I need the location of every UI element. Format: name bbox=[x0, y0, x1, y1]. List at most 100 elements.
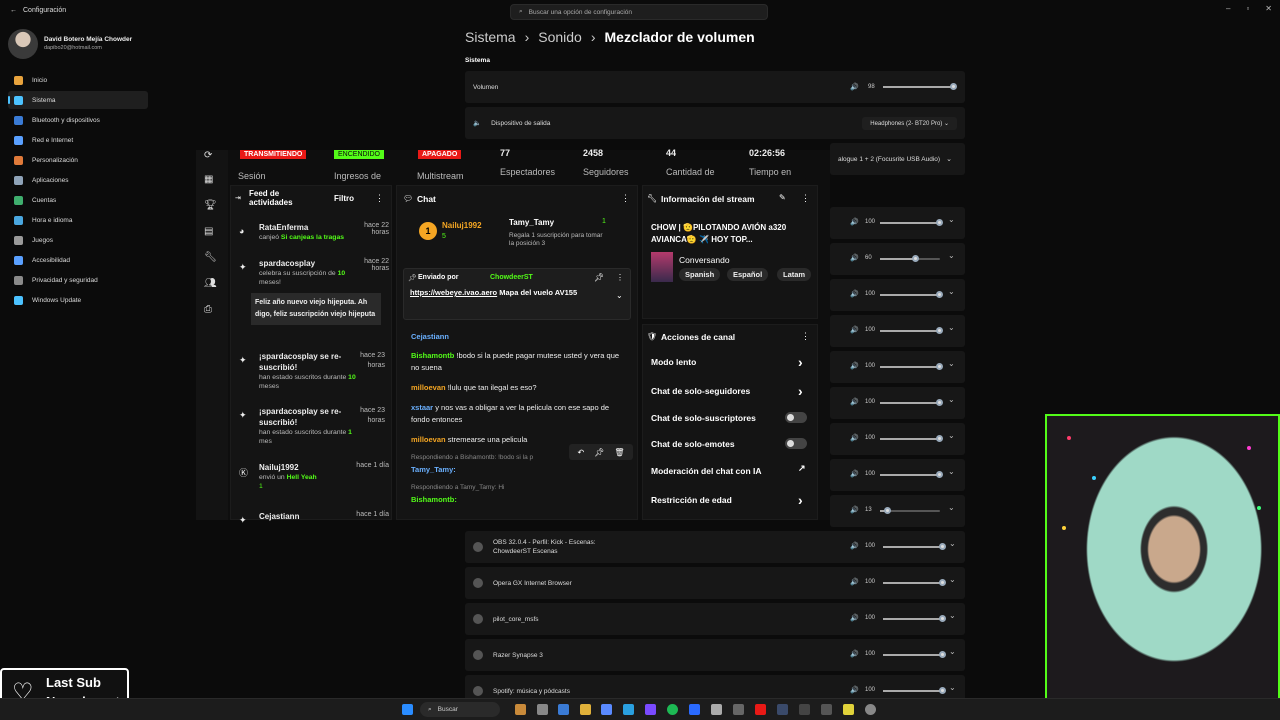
chevron-down-icon[interactable]: ⌄ bbox=[948, 359, 955, 368]
sidebar-item-2[interactable]: Bluetooth y dispositivos bbox=[8, 111, 148, 129]
taskbar-search[interactable]: ⌕ Buscar bbox=[420, 702, 500, 717]
feed-filter-button[interactable]: Filtro bbox=[334, 194, 354, 203]
speaker-icon[interactable]: 🔊 bbox=[850, 578, 859, 586]
users-icon[interactable]: 👥︎ bbox=[204, 278, 217, 289]
chat-user[interactable]: Tamy_Tamy: bbox=[411, 465, 456, 474]
channel-action[interactable]: Restricción de edad bbox=[651, 495, 732, 505]
app-icon[interactable] bbox=[689, 704, 700, 715]
chevron-down-icon[interactable]: ⌄ bbox=[948, 251, 955, 260]
speaker-icon[interactable]: 🔊 bbox=[850, 326, 859, 334]
app-icon[interactable] bbox=[733, 704, 744, 715]
app-volume-slider[interactable] bbox=[880, 327, 943, 334]
activity-user[interactable]: ¡spardacosplay se re-suscribió! bbox=[259, 406, 344, 428]
speaker-icon[interactable]: 🔊 bbox=[850, 614, 859, 622]
channel-action[interactable]: Chat de solo-suscriptores bbox=[651, 413, 756, 423]
top-gifter-2[interactable]: Tamy_Tamy bbox=[509, 218, 554, 227]
speaker-icon[interactable]: 🔊 bbox=[850, 686, 859, 694]
more-options-icon[interactable]: ⋮ bbox=[375, 193, 384, 204]
chat-user[interactable]: Bishamontb bbox=[411, 351, 454, 360]
channel-action[interactable]: Chat de solo-emotes bbox=[651, 439, 735, 449]
avatar[interactable] bbox=[8, 29, 38, 59]
delete-icon[interactable]: 🗑︎ bbox=[614, 448, 624, 457]
sidebar-item-8[interactable]: Juegos bbox=[8, 231, 148, 249]
layout-icon[interactable]: ▤ bbox=[204, 226, 213, 237]
edit-icon[interactable]: ✎ bbox=[779, 193, 786, 202]
refresh-icon[interactable]: ⟳ bbox=[204, 150, 212, 161]
speaker-icon[interactable]: 🔊 bbox=[850, 254, 859, 262]
chevron-down-icon[interactable]: ⌄ bbox=[949, 575, 956, 584]
speaker-icon[interactable]: 🔊 bbox=[850, 218, 859, 226]
output-device-dropdown[interactable]: Headphones (2- BT20 Pro) ⌄ bbox=[862, 116, 957, 130]
breadcrumb-sonido[interactable]: Sonido bbox=[538, 29, 582, 45]
search-input[interactable]: ⌕ Buscar una opción de configuración bbox=[510, 4, 768, 20]
breadcrumb-sistema[interactable]: Sistema bbox=[465, 29, 516, 45]
speaker-icon[interactable]: 🔊 bbox=[850, 506, 859, 514]
spotify-icon[interactable] bbox=[667, 704, 678, 715]
chat-user[interactable]: milloevan bbox=[411, 383, 446, 392]
chevron-right-icon[interactable]: › bbox=[798, 354, 803, 370]
chevron-down-icon[interactable]: ⌄ bbox=[948, 323, 955, 332]
chat-user[interactable]: milloevan bbox=[411, 435, 446, 444]
app-volume-slider[interactable] bbox=[880, 291, 943, 298]
chart-icon[interactable]: ▦ bbox=[204, 174, 213, 185]
reply-icon[interactable]: ↶ bbox=[577, 448, 584, 457]
app-volume-slider[interactable] bbox=[883, 543, 946, 550]
speaker-icon[interactable]: 🔊 bbox=[850, 542, 859, 550]
app-volume-slider[interactable] bbox=[880, 363, 943, 370]
back-arrow-icon[interactable]: ← bbox=[10, 7, 17, 14]
more-options-icon[interactable]: ⋮ bbox=[621, 193, 630, 204]
channel-action[interactable]: Modo lento bbox=[651, 357, 696, 367]
chevron-right-icon[interactable]: › bbox=[798, 383, 803, 399]
sidebar-item-10[interactable]: Privacidad y seguridad bbox=[8, 271, 148, 289]
chevron-down-icon[interactable]: ⌄ bbox=[948, 431, 955, 440]
wrench-icon[interactable]: 🔧︎ bbox=[204, 252, 217, 263]
discord-icon[interactable] bbox=[645, 704, 656, 715]
sidebar-item-11[interactable]: Windows Update bbox=[8, 291, 148, 309]
volume-slider[interactable] bbox=[883, 83, 957, 90]
chevron-down-icon[interactable]: ⌄ bbox=[949, 683, 956, 692]
app-volume-slider[interactable] bbox=[883, 579, 946, 586]
sidebar-item-6[interactable]: Cuentas bbox=[8, 191, 148, 209]
app-volume-slider[interactable] bbox=[880, 471, 943, 478]
chat-user[interactable]: xstaar bbox=[411, 403, 433, 412]
opera-gx-icon[interactable] bbox=[755, 704, 766, 715]
activity-user[interactable]: ¡spardacosplay se re-suscribió! bbox=[259, 351, 344, 373]
collapse-icon[interactable]: ⇥ bbox=[235, 194, 241, 202]
task-view-icon[interactable] bbox=[537, 704, 548, 715]
speaker-icon[interactable]: 🔊 bbox=[850, 470, 859, 478]
chevron-down-icon[interactable]: ⌄ bbox=[949, 539, 956, 548]
obs-icon[interactable] bbox=[799, 704, 810, 715]
app-icon[interactable] bbox=[711, 704, 722, 715]
activity-user[interactable]: Nailuj1992 bbox=[259, 462, 344, 473]
chevron-down-icon[interactable]: ⌄ bbox=[616, 291, 623, 300]
pinned-user[interactable]: ChowdeerST bbox=[490, 274, 533, 281]
explorer-icon[interactable] bbox=[580, 704, 591, 715]
activity-user[interactable]: RataEnferma bbox=[259, 222, 344, 233]
chevron-right-icon[interactable]: › bbox=[798, 492, 803, 508]
app-volume-slider[interactable] bbox=[880, 219, 943, 226]
app-volume-slider[interactable] bbox=[880, 435, 943, 442]
sidebar-item-1[interactable]: Sistema bbox=[8, 91, 148, 109]
store-icon[interactable] bbox=[601, 704, 612, 715]
close-icon[interactable]: ✕ bbox=[1265, 4, 1272, 13]
chevron-down-icon[interactable]: ⌄ bbox=[948, 503, 955, 512]
trophy-icon[interactable]: 🏆︎ bbox=[204, 200, 217, 211]
chevron-down-icon[interactable]: ⌄ bbox=[949, 647, 956, 656]
steam-icon[interactable] bbox=[777, 704, 788, 715]
chat-user[interactable]: Cejastiann bbox=[411, 332, 449, 341]
toggle[interactable] bbox=[785, 412, 807, 423]
toggle[interactable] bbox=[785, 438, 807, 449]
input-device-row[interactable]: alogue 1 + 2 (Focusrite USB Audio) ⌄ bbox=[830, 143, 965, 175]
pin-icon[interactable]: 📌︎ bbox=[594, 448, 604, 457]
app-volume-slider[interactable] bbox=[883, 651, 946, 658]
minimize-icon[interactable]: – bbox=[1226, 4, 1230, 13]
speaker-icon[interactable]: 🔊 bbox=[850, 434, 859, 442]
speaker-icon[interactable]: 🔊 bbox=[850, 290, 859, 298]
maximize-icon[interactable]: ▫ bbox=[1246, 4, 1249, 13]
chevron-down-icon[interactable]: ⌄ bbox=[948, 287, 955, 296]
app-volume-slider[interactable] bbox=[880, 507, 940, 514]
speaker-icon[interactable]: 🔊 bbox=[850, 650, 859, 658]
app-volume-slider[interactable] bbox=[883, 615, 946, 622]
sidebar-item-4[interactable]: Personalización bbox=[8, 151, 148, 169]
app-volume-slider[interactable] bbox=[883, 687, 946, 694]
